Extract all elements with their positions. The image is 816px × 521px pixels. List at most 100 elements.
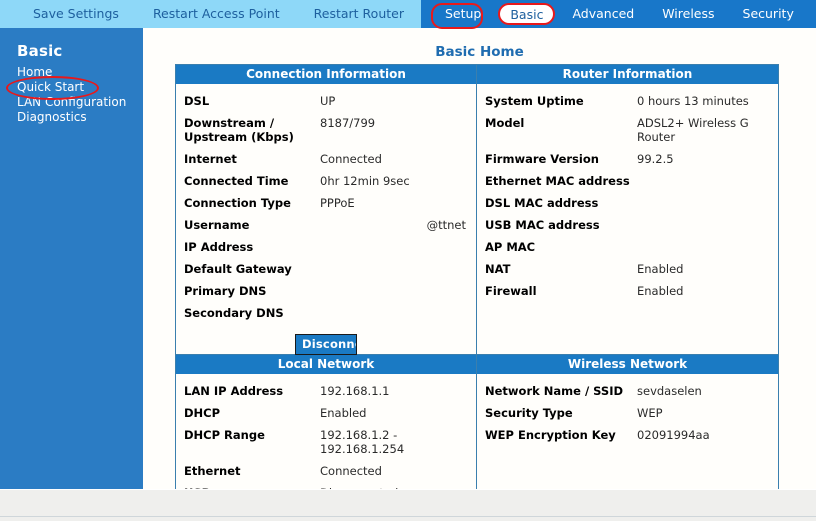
table-row: NAT Enabled xyxy=(485,258,770,280)
table-row: AP MAC xyxy=(485,236,770,258)
connection-information-heading: Connection Information xyxy=(176,65,476,84)
row-label: Security Type xyxy=(485,406,573,420)
top-tab-bar: SetupBasicAdvancedWirelessSecurityStatus… xyxy=(420,0,816,28)
table-row: Firmware Version 99.2.5 xyxy=(485,148,770,170)
row-label: Username xyxy=(184,218,250,232)
row-value: UP xyxy=(320,94,336,108)
top-navigation-bar: Save Settings Restart Access Point Restart… xyxy=(0,0,816,28)
router-admin-page: www.teknolojiokulu.com www.teknolojiokul… xyxy=(0,0,816,521)
page-title: Basic Home xyxy=(435,44,524,60)
table-row: Primary DNS xyxy=(184,280,468,302)
table-row: Connected Time 0hr 12min 9sec xyxy=(184,170,468,192)
row-value: Connected xyxy=(320,464,382,478)
row-label: Ethernet MAC address xyxy=(485,174,630,188)
sidebar-item-diagnostics[interactable]: Diagnostics xyxy=(17,110,143,125)
table-row: Security Type WEP xyxy=(485,402,770,424)
table-row: Downstream / Upstream (Kbps) 8187/799 xyxy=(184,112,468,148)
row-value: Connected xyxy=(320,152,382,166)
row-value: 192.168.1.1 xyxy=(320,384,390,398)
row-value xyxy=(320,236,468,258)
table-row: DHCP Enabled xyxy=(184,402,468,424)
table-row: Ethernet Connected xyxy=(184,460,468,482)
row-label: Firmware Version xyxy=(485,152,599,166)
row-label: System Uptime xyxy=(485,94,584,108)
row-label: Firewall xyxy=(485,284,537,298)
table-row: Default Gateway xyxy=(184,258,468,280)
wireless-network-panel: Wireless Network Network Name / SSID sevd… xyxy=(477,355,778,489)
table-row: Network Name / SSID sevdaselen xyxy=(485,380,770,402)
row-label: DHCP Range xyxy=(184,428,265,442)
row-label: USB xyxy=(184,482,320,489)
row-label: Connected Time xyxy=(184,174,289,188)
row-label: Secondary DNS xyxy=(184,306,284,320)
row-label: AP MAC xyxy=(485,240,536,254)
row-value xyxy=(637,236,770,258)
tab-security[interactable]: Security xyxy=(729,0,808,28)
row-label: USB MAC address xyxy=(485,218,600,232)
router-information-panel: Router Information System Uptime 0 hours … xyxy=(477,65,778,354)
row-label: Model xyxy=(485,116,525,130)
table-row: DSL UP xyxy=(184,90,468,112)
row-value: sevdaselen xyxy=(637,384,702,398)
tab-wireless[interactable]: Wireless xyxy=(648,0,728,28)
sidebar-title: Basic xyxy=(17,42,63,60)
table-row: IP Address xyxy=(184,236,468,258)
table-row: Username @ttnet xyxy=(184,214,468,236)
router-information-table: System Uptime 0 hours 13 minutes Model ADSL… xyxy=(485,90,770,302)
row-label: NAT xyxy=(485,262,511,276)
row-value: 99.2.5 xyxy=(637,152,674,166)
table-row: USB MAC address xyxy=(485,214,770,236)
footer-divider xyxy=(0,516,816,517)
row-value: Enabled xyxy=(637,284,684,298)
connection-information-table: DSL UP Downstream / Upstream (Kbps) 8187/79… xyxy=(184,90,468,324)
tab-setup[interactable]: Setup xyxy=(431,0,495,28)
info-panel-grid: Connection Information DSL UP Downstream /… xyxy=(175,64,779,489)
row-value xyxy=(637,170,770,192)
row-value xyxy=(637,192,770,214)
tab-basic[interactable]: Basic xyxy=(498,3,556,25)
save-settings-link[interactable]: Save Settings xyxy=(16,0,136,28)
table-row: Firewall Enabled xyxy=(485,280,770,302)
sidebar: Basic Home Quick Start LAN Configuration Di… xyxy=(0,28,143,489)
row-label: DSL xyxy=(184,94,210,108)
row-label: WEP Encryption Key xyxy=(485,428,616,442)
wireless-network-heading: Wireless Network xyxy=(477,355,778,374)
local-network-body: LAN IP Address 192.168.1.1 DHCP Enabled DHCP… xyxy=(176,374,476,489)
row-value xyxy=(320,302,468,324)
table-row: WEP Encryption Key 02091994aa xyxy=(485,424,770,446)
sidebar-item-quick-start[interactable]: Quick Start xyxy=(17,80,143,95)
connection-information-body: DSL UP Downstream / Upstream (Kbps) 8187/79… xyxy=(176,84,476,355)
table-row: Secondary DNS xyxy=(184,302,468,324)
top-panel-row: Connection Information DSL UP Downstream /… xyxy=(176,65,778,355)
row-label: LAN IP Address xyxy=(184,384,284,398)
table-row: LAN IP Address 192.168.1.1 xyxy=(184,380,468,402)
restart-access-point-link[interactable]: Restart Access Point xyxy=(136,0,297,28)
table-row: DSL MAC address xyxy=(485,192,770,214)
row-value: 8187/799 xyxy=(320,116,376,130)
table-row: System Uptime 0 hours 13 minutes xyxy=(485,90,770,112)
bottom-panel-row: Local Network LAN IP Address 192.168.1.1 D… xyxy=(176,355,778,489)
sidebar-item-lan-configuration[interactable]: LAN Configuration xyxy=(17,95,143,110)
sidebar-item-home[interactable]: Home xyxy=(17,65,143,80)
connection-information-panel: Connection Information DSL UP Downstream /… xyxy=(176,65,477,355)
row-value xyxy=(637,214,770,236)
table-row: USBDisconnected xyxy=(184,482,468,489)
table-row: Internet Connected xyxy=(184,148,468,170)
row-value: 02091994aa xyxy=(637,428,710,442)
tab-status[interactable]: Status xyxy=(808,0,816,28)
row-label: Connection Type xyxy=(184,196,291,210)
row-value xyxy=(320,280,468,302)
row-value: PPPoE xyxy=(320,196,355,210)
row-label: Default Gateway xyxy=(184,262,292,276)
table-row: Connection Type PPPoE xyxy=(184,192,468,214)
tab-advanced[interactable]: Advanced xyxy=(558,0,648,28)
row-value: 0hr 12min 9sec xyxy=(320,174,410,188)
local-network-panel: Local Network LAN IP Address 192.168.1.1 D… xyxy=(176,355,477,489)
row-value: Enabled xyxy=(637,262,684,276)
disconnect-button[interactable]: Disconnect xyxy=(295,334,357,355)
disconnect-button-row: Disconnect xyxy=(184,324,468,359)
row-label: IP Address xyxy=(184,240,254,254)
row-label: Ethernet xyxy=(184,464,241,478)
restart-router-link[interactable]: Restart Router xyxy=(297,0,421,28)
row-label: DSL MAC address xyxy=(485,196,599,210)
